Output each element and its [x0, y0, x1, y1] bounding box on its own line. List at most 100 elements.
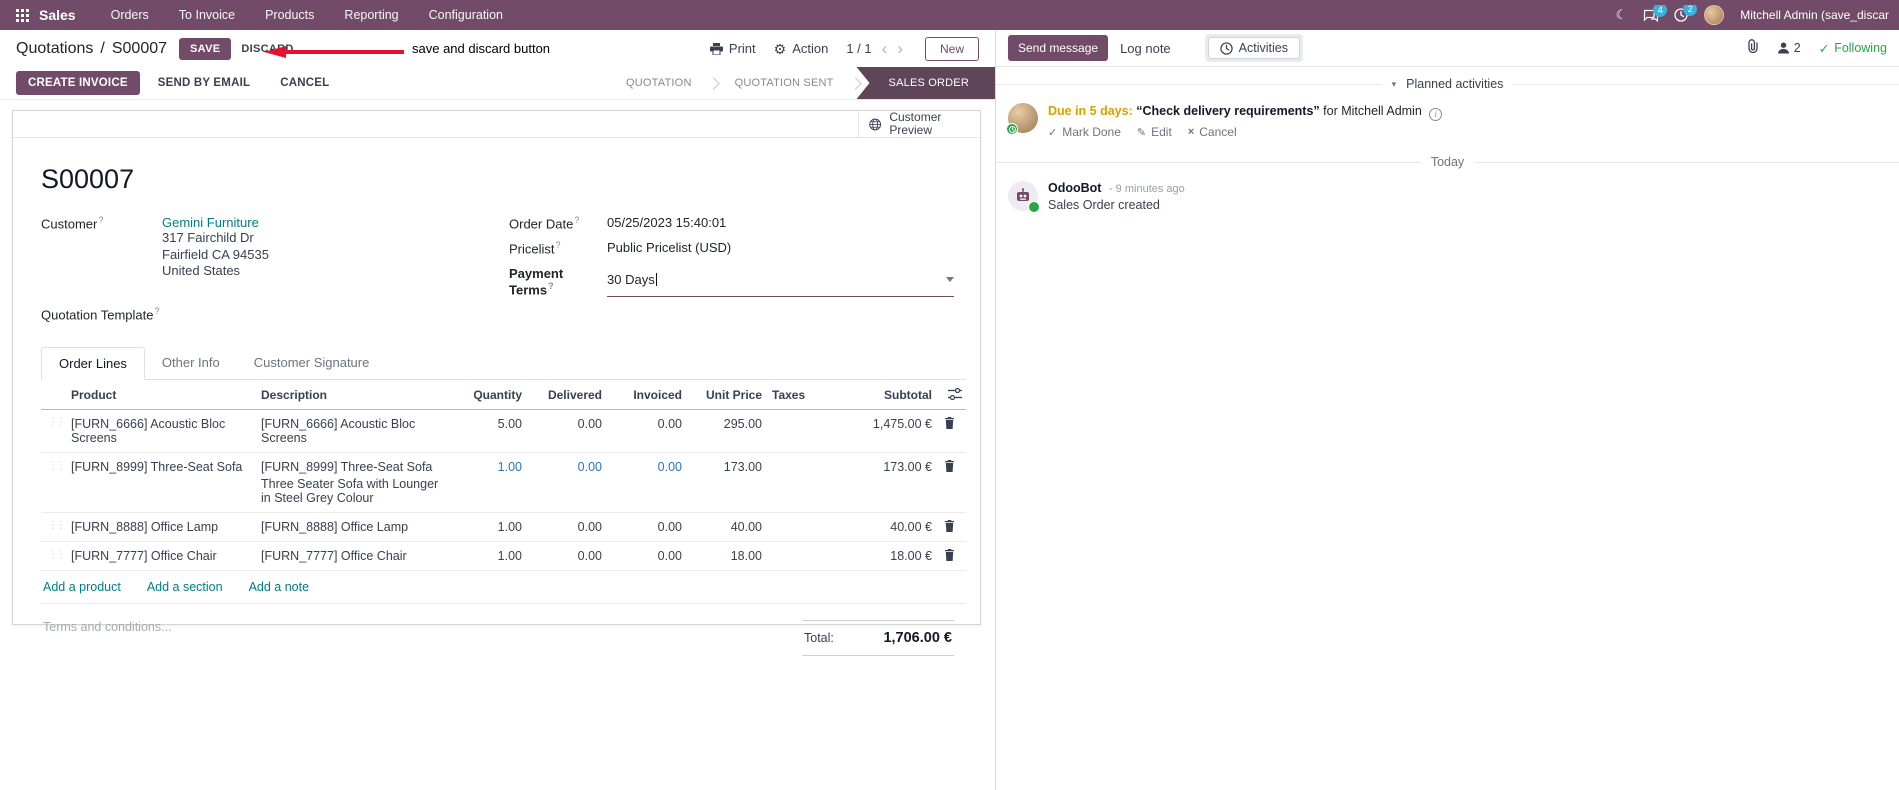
order-line-row[interactable]: ⋮⋮ [FURN_6666] Acoustic Bloc Screens [FU…	[41, 410, 966, 453]
drag-handle-icon[interactable]: ⋮⋮	[41, 417, 71, 428]
customer-name-link[interactable]: Gemini Furniture	[162, 215, 259, 230]
delete-line-icon[interactable]	[932, 519, 966, 532]
drag-handle-icon[interactable]: ⋮⋮	[41, 460, 71, 471]
tab-other-info[interactable]: Other Info	[145, 347, 237, 379]
chevron-down-icon[interactable]	[946, 277, 954, 283]
line-invoiced[interactable]: 0.00	[602, 417, 682, 431]
menu-to-invoice[interactable]: To Invoice	[166, 8, 248, 22]
line-invoiced[interactable]: 0.00	[602, 549, 682, 563]
send-message-button[interactable]: Send message	[1008, 35, 1109, 61]
line-description[interactable]: [FURN_6666] Acoustic Bloc Screens	[261, 417, 444, 445]
line-quantity[interactable]: 1.00	[444, 549, 522, 563]
status-step-sales-order[interactable]: SALES ORDER	[856, 67, 995, 99]
line-delivered[interactable]: 0.00	[522, 549, 602, 563]
menu-reporting[interactable]: Reporting	[331, 8, 411, 22]
col-quantity[interactable]: Quantity	[444, 388, 522, 402]
discard-button[interactable]: DISCARD	[231, 38, 303, 60]
odoobot-avatar[interactable]	[1008, 181, 1040, 213]
cancel-activity-button[interactable]: × Cancel	[1188, 125, 1237, 139]
menu-products[interactable]: Products	[252, 8, 327, 22]
apps-grid-icon[interactable]	[10, 8, 35, 22]
status-step-quotation[interactable]: QUOTATION	[606, 67, 712, 99]
status-step-quotation-sent[interactable]: QUOTATION SENT	[715, 67, 854, 99]
col-description[interactable]: Description	[261, 388, 444, 402]
terms-placeholder[interactable]: Terms and conditions...	[41, 620, 172, 656]
drag-handle-icon[interactable]: ⋮⋮	[41, 549, 71, 560]
payment-terms-input[interactable]: 30 Days	[607, 266, 954, 297]
planned-activities-header[interactable]: ▾ Planned activities	[996, 77, 1899, 91]
message-author[interactable]: OdooBot	[1048, 181, 1101, 195]
print-button[interactable]: Print	[709, 41, 756, 56]
drag-handle-icon[interactable]: ⋮⋮	[41, 520, 71, 531]
line-product[interactable]: [FURN_8999] Three-Seat Sofa	[71, 460, 261, 474]
activity-avatar[interactable]	[1006, 103, 1038, 135]
log-note-button[interactable]: Log note	[1108, 35, 1183, 62]
save-button[interactable]: SAVE	[179, 37, 232, 60]
line-unit-price[interactable]: 40.00	[682, 520, 762, 534]
delete-line-icon[interactable]	[932, 548, 966, 561]
col-invoiced[interactable]: Invoiced	[602, 388, 682, 402]
line-quantity[interactable]: 1.00	[444, 460, 522, 474]
send-by-email-button[interactable]: SEND BY EMAIL	[146, 71, 262, 95]
line-delivered[interactable]: 0.00	[522, 520, 602, 534]
line-unit-price[interactable]: 18.00	[682, 549, 762, 563]
order-line-row[interactable]: ⋮⋮ [FURN_7777] Office Chair [FURN_7777] …	[41, 542, 966, 571]
create-invoice-button[interactable]: CREATE INVOICE	[16, 71, 140, 95]
pager-next-icon[interactable]: ›	[897, 40, 903, 57]
order-line-row[interactable]: ⋮⋮ [FURN_8888] Office Lamp [FURN_8888] O…	[41, 513, 966, 542]
messages-icon[interactable]: 4	[1643, 5, 1668, 22]
tab-order-lines[interactable]: Order Lines	[41, 346, 145, 380]
add-product-link[interactable]: Add a product	[43, 580, 121, 594]
line-subtotal: 40.00 €	[890, 519, 932, 534]
activities-badge: 2	[1683, 5, 1698, 16]
customer-preview-button[interactable]: Customer Preview	[858, 111, 980, 137]
menu-orders[interactable]: Orders	[98, 8, 162, 22]
col-product[interactable]: Product	[71, 388, 261, 402]
activities-tab[interactable]: Activities	[1207, 37, 1300, 59]
line-unit-price[interactable]: 295.00	[682, 417, 762, 431]
line-description[interactable]: [FURN_8888] Office Lamp	[261, 520, 444, 534]
user-name[interactable]: Mitchell Admin (save_discar	[1740, 8, 1889, 22]
line-product[interactable]: [FURN_8888] Office Lamp	[71, 520, 261, 534]
line-unit-price[interactable]: 173.00	[682, 460, 762, 474]
menu-configuration[interactable]: Configuration	[416, 8, 516, 22]
add-section-link[interactable]: Add a section	[147, 580, 223, 594]
line-quantity[interactable]: 1.00	[444, 520, 522, 534]
delete-line-icon[interactable]	[932, 416, 966, 429]
attachment-icon[interactable]	[1746, 38, 1759, 58]
line-product[interactable]: [FURN_7777] Office Chair	[71, 549, 261, 563]
following-button[interactable]: ✓ Following	[1819, 41, 1887, 56]
order-date-field[interactable]: 05/25/2023 15:40:01	[607, 215, 726, 231]
action-button[interactable]: ⚙ Action	[774, 41, 829, 56]
order-line-row[interactable]: ⋮⋮ [FURN_8999] Three-Seat Sofa [FURN_899…	[41, 453, 966, 513]
col-delivered[interactable]: Delivered	[522, 388, 602, 402]
add-note-link[interactable]: Add a note	[249, 580, 309, 594]
new-button[interactable]: New	[924, 36, 979, 61]
breadcrumb-quotations-link[interactable]: Quotations	[16, 40, 93, 58]
user-avatar[interactable]	[1704, 5, 1725, 25]
column-settings-icon[interactable]	[932, 387, 966, 400]
activities-clock-icon[interactable]: 2	[1674, 5, 1698, 22]
col-taxes[interactable]: Taxes	[762, 388, 832, 402]
info-icon[interactable]: i	[1429, 108, 1443, 121]
delete-line-icon[interactable]	[932, 459, 966, 472]
line-product[interactable]: [FURN_6666] Acoustic Bloc Screens	[71, 417, 261, 445]
dark-mode-icon[interactable]: ☾	[1616, 7, 1628, 23]
line-quantity[interactable]: 5.00	[444, 417, 522, 431]
followers-button[interactable]: 2	[1777, 41, 1801, 55]
line-delivered[interactable]: 0.00	[522, 417, 602, 431]
line-invoiced[interactable]: 0.00	[602, 520, 682, 534]
tab-customer-signature[interactable]: Customer Signature	[237, 347, 387, 379]
col-unit-price[interactable]: Unit Price	[682, 388, 762, 402]
pager-previous-icon[interactable]: ‹	[882, 40, 888, 57]
line-delivered[interactable]: 0.00	[522, 460, 602, 474]
line-description[interactable]: [FURN_8999] Three-Seat Sofa Three Seater …	[261, 460, 444, 505]
edit-activity-button[interactable]: ✎ Edit	[1137, 125, 1172, 139]
col-subtotal[interactable]: Subtotal	[832, 388, 932, 402]
line-description[interactable]: [FURN_7777] Office Chair	[261, 549, 444, 563]
pricelist-field[interactable]: Public Pricelist (USD)	[607, 240, 731, 256]
app-name[interactable]: Sales	[39, 7, 76, 23]
cancel-button[interactable]: CANCEL	[268, 71, 341, 95]
mark-done-button[interactable]: ✓ Mark Done	[1048, 125, 1121, 139]
line-invoiced[interactable]: 0.00	[602, 460, 682, 474]
